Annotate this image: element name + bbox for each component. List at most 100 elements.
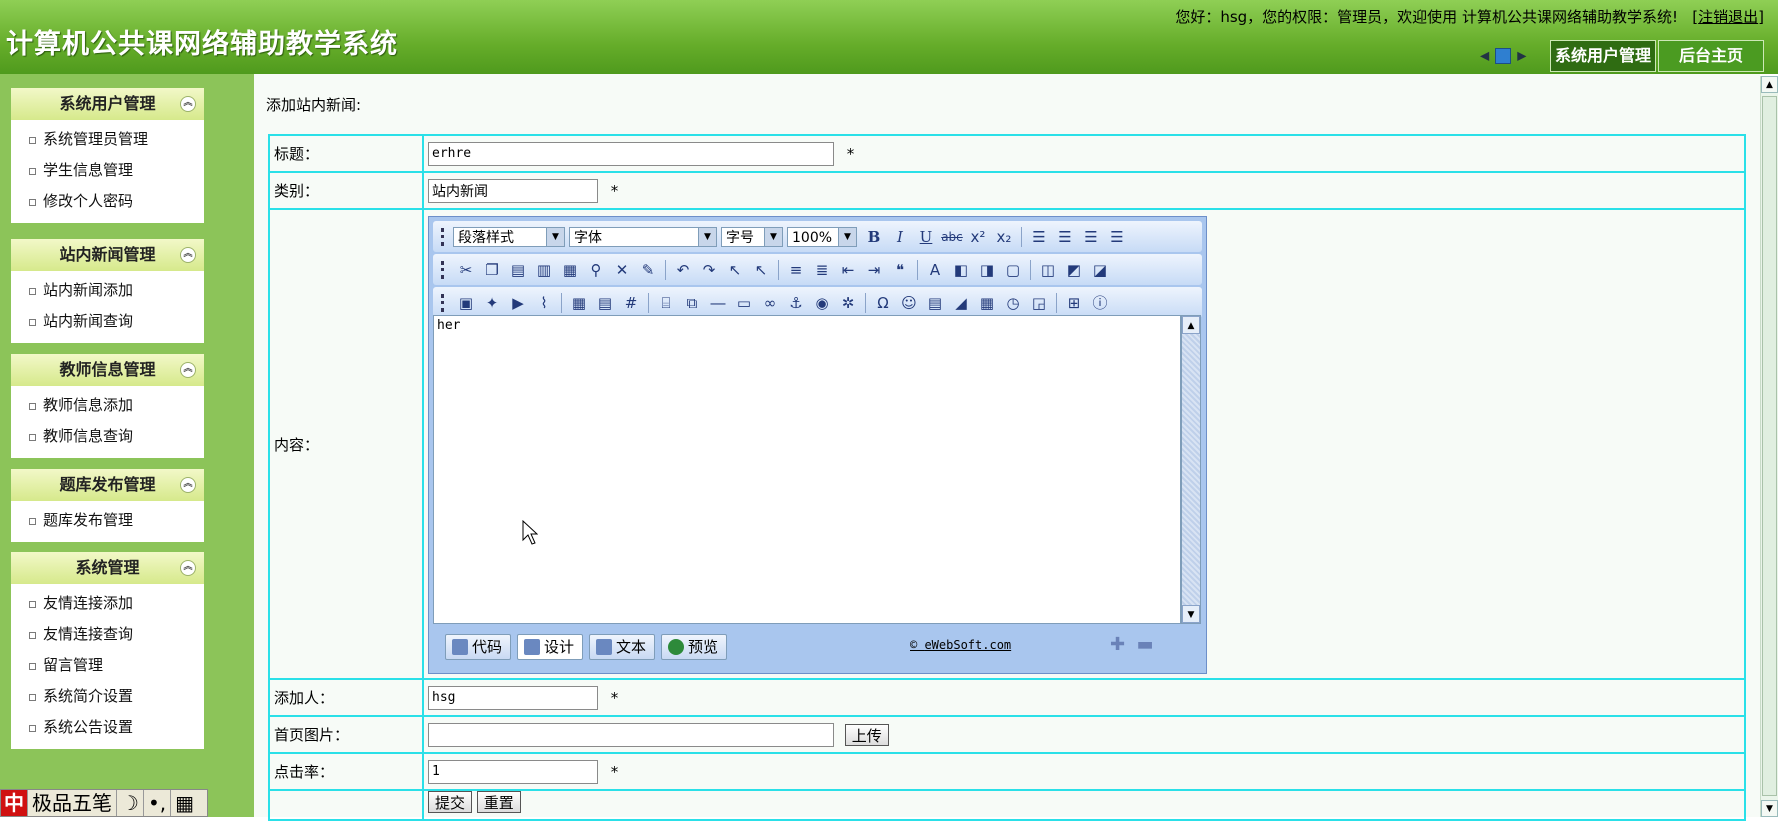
font-size-select[interactable]: 字号 ▼ bbox=[721, 226, 783, 247]
sidebar-item-question-bank[interactable]: 题库发布管理 bbox=[11, 505, 204, 536]
tab-admin-home[interactable]: 后台主页 bbox=[1658, 40, 1764, 72]
layer-forward-icon[interactable]: ◩ bbox=[1063, 259, 1085, 281]
sidebar-item-student-info[interactable]: 学生信息管理 bbox=[11, 155, 204, 186]
paste-icon[interactable]: ▤ bbox=[507, 259, 529, 281]
ime-name[interactable]: 极品五笔 bbox=[27, 790, 116, 816]
emoticon-icon[interactable]: ☺ bbox=[898, 292, 920, 314]
moon-icon[interactable]: ☽ bbox=[116, 790, 143, 816]
pointer-icon[interactable]: ↖ bbox=[750, 259, 772, 281]
highlight-icon[interactable]: ◧ bbox=[950, 259, 972, 281]
category-input[interactable] bbox=[428, 178, 598, 203]
clear-format-icon[interactable]: ✎ bbox=[637, 259, 659, 281]
copy-icon[interactable]: ❐ bbox=[481, 259, 503, 281]
time-icon[interactable]: ◷ bbox=[1002, 292, 1024, 314]
layer-icon[interactable]: ◫ bbox=[1037, 259, 1059, 281]
select-icon[interactable]: ↖ bbox=[724, 259, 746, 281]
shrink-icon[interactable]: ▬ bbox=[1137, 634, 1154, 655]
underline-icon[interactable]: U bbox=[915, 226, 937, 248]
align-justify-icon[interactable]: ☰ bbox=[1106, 226, 1128, 248]
bold-icon[interactable]: B bbox=[863, 226, 885, 248]
fullscreen-icon[interactable]: ⊞ bbox=[1063, 292, 1085, 314]
panel-title[interactable]: 教师信息管理 ︽ bbox=[11, 354, 204, 386]
unordered-list-icon[interactable]: ≣ bbox=[811, 259, 833, 281]
excerpt-icon[interactable]: ◲ bbox=[1028, 292, 1050, 314]
submit-button[interactable]: 提交 bbox=[428, 791, 473, 813]
ime-mode[interactable]: 中 bbox=[1, 790, 27, 816]
sidebar-item-system-notice[interactable]: 系统公告设置 bbox=[11, 712, 204, 743]
strikethrough-icon[interactable]: abc bbox=[941, 226, 963, 248]
cut-icon[interactable]: ✂ bbox=[455, 259, 477, 281]
hits-input[interactable] bbox=[428, 759, 598, 784]
editor-scrollbar[interactable]: ▲ ▼ bbox=[1181, 315, 1201, 624]
horizontal-rule-icon[interactable]: ― bbox=[707, 292, 729, 314]
media-icon[interactable]: ▶ bbox=[507, 292, 529, 314]
mode-design-button[interactable]: 设计 bbox=[517, 634, 584, 660]
zoom-select[interactable]: 100% ▼ bbox=[787, 226, 857, 247]
help-icon[interactable]: ⓘ bbox=[1089, 292, 1111, 314]
sidebar-item-add-news[interactable]: 站内新闻添加 bbox=[11, 275, 204, 306]
sidebar-item-admin-management[interactable]: 系统管理员管理 bbox=[11, 124, 204, 155]
collapse-icon[interactable]: ︽ bbox=[180, 560, 196, 576]
delete-icon[interactable]: ✕ bbox=[611, 259, 633, 281]
editor-content-area[interactable]: her bbox=[433, 315, 1181, 624]
superscript-icon[interactable]: x² bbox=[967, 226, 989, 248]
find-icon[interactable]: ⚲ bbox=[585, 259, 607, 281]
scroll-up-icon[interactable]: ▲ bbox=[1182, 316, 1200, 334]
attachment-icon[interactable]: ⌇ bbox=[533, 292, 555, 314]
logout-link[interactable]: 注销退出 bbox=[1698, 8, 1758, 26]
align-center-icon[interactable]: ☰ bbox=[1054, 226, 1076, 248]
undo-icon[interactable]: ↶ bbox=[672, 259, 694, 281]
scroll-thumb[interactable] bbox=[1762, 96, 1777, 796]
page-scrollbar[interactable]: ▲ ▼ bbox=[1760, 76, 1778, 817]
author-input[interactable] bbox=[428, 685, 598, 710]
sidebar-item-messages[interactable]: 留言管理 bbox=[11, 650, 204, 681]
sidebar-item-system-intro[interactable]: 系统简介设置 bbox=[11, 681, 204, 712]
collapse-icon[interactable]: ︽ bbox=[180, 96, 196, 112]
collapse-icon[interactable]: ︽ bbox=[180, 477, 196, 493]
upload-button[interactable]: 上传 bbox=[844, 723, 889, 746]
ordered-list-icon[interactable]: ≡ bbox=[785, 259, 807, 281]
sidebar-item-change-password[interactable]: 修改个人密码 bbox=[11, 186, 204, 217]
panel-title[interactable]: 系统用户管理 ︽ bbox=[11, 88, 204, 120]
link-icon[interactable]: ∞ bbox=[759, 292, 781, 314]
paragraph-style-select[interactable]: 段落样式 ▼ bbox=[453, 226, 565, 247]
scroll-down-icon[interactable]: ▼ bbox=[1761, 800, 1778, 817]
punctuation-icon[interactable]: •, bbox=[142, 790, 170, 816]
redo-icon[interactable]: ↷ bbox=[698, 259, 720, 281]
mode-code-button[interactable]: 代码 bbox=[445, 634, 512, 660]
collapse-icon[interactable]: ︽ bbox=[180, 247, 196, 263]
unlink-icon[interactable]: ✲ bbox=[837, 292, 859, 314]
mode-preview-button[interactable]: 预览 bbox=[661, 634, 728, 660]
grid-icon[interactable]: # bbox=[620, 292, 642, 314]
keyboard-icon[interactable]: ▦ bbox=[170, 790, 198, 816]
iframe-icon[interactable]: ⧉ bbox=[681, 292, 703, 314]
italic-icon[interactable]: I bbox=[889, 226, 911, 248]
flash-icon[interactable]: ✦ bbox=[481, 292, 503, 314]
form-icon[interactable]: ▤ bbox=[924, 292, 946, 314]
sidebar-item-query-link[interactable]: 友情连接查询 bbox=[11, 619, 204, 650]
indent-icon[interactable]: ⇥ bbox=[863, 259, 885, 281]
scroll-up-icon[interactable]: ▲ bbox=[1761, 76, 1778, 93]
border-icon[interactable]: ▢ bbox=[1002, 259, 1024, 281]
title-input[interactable] bbox=[428, 141, 834, 166]
outdent-icon[interactable]: ⇤ bbox=[837, 259, 859, 281]
date-icon[interactable]: ▦ bbox=[976, 292, 998, 314]
table-icon[interactable]: ▦ bbox=[568, 292, 590, 314]
ime-toolbar[interactable]: 中极品五笔 ☽ •, ▦ bbox=[0, 789, 208, 817]
mode-text-button[interactable]: 文本 bbox=[589, 634, 656, 660]
layer-back-icon[interactable]: ◪ bbox=[1089, 259, 1111, 281]
expand-icon[interactable]: ✚ bbox=[1110, 634, 1125, 655]
editor-brand-link[interactable]: © eWebSoft.com bbox=[910, 638, 1011, 652]
map-icon[interactable]: ◉ bbox=[811, 292, 833, 314]
blockquote-icon[interactable]: ❝ bbox=[889, 259, 911, 281]
special-char-icon[interactable]: Ω bbox=[872, 292, 894, 314]
subscript-icon[interactable]: x₂ bbox=[993, 226, 1015, 248]
paste-word-icon[interactable]: ▦ bbox=[559, 259, 581, 281]
background-color-icon[interactable]: ◨ bbox=[976, 259, 998, 281]
sidebar-item-query-news[interactable]: 站内新闻查询 bbox=[11, 306, 204, 337]
next-arrow-icon[interactable]: ▶ bbox=[1517, 49, 1526, 63]
image-path-input[interactable] bbox=[428, 722, 834, 747]
anchor-icon[interactable]: ⚓ bbox=[785, 292, 807, 314]
align-left-icon[interactable]: ☰ bbox=[1028, 226, 1050, 248]
align-right-icon[interactable]: ☰ bbox=[1080, 226, 1102, 248]
